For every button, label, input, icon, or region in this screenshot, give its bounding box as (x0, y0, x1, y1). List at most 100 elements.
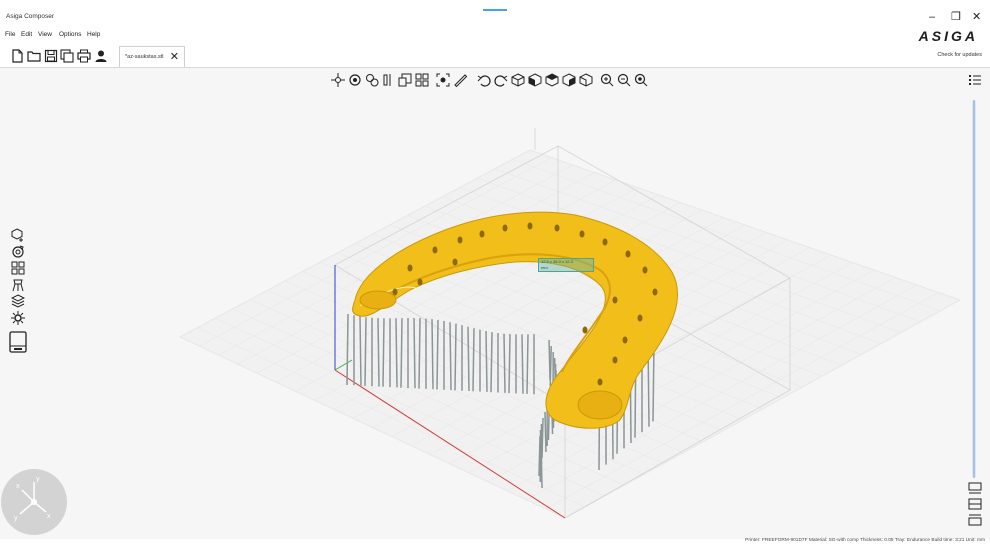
vent-hole (479, 230, 485, 238)
menu-edit[interactable]: Edit (21, 31, 32, 38)
supports-icon[interactable] (11, 278, 25, 292)
check-updates-link[interactable]: Check for updates (937, 52, 982, 58)
svg-text:y: y (14, 515, 18, 522)
view-iso-icon[interactable] (511, 73, 525, 87)
zoom-fit-icon[interactable] (634, 73, 648, 87)
support-strut (364, 317, 367, 386)
3d-viewport[interactable]: 12.5 x 45.0 x 12.3 mm x y x y (0, 68, 990, 539)
tab-close-icon[interactable]: ✕ (170, 50, 179, 63)
readout-line-2: mm (541, 264, 548, 270)
dimension-readout: 12.5 x 45.0 x 12.3 mm (538, 258, 594, 272)
window-title: Asiga Composer (6, 13, 55, 20)
support-strut (526, 334, 529, 395)
add-model-icon[interactable] (11, 228, 25, 242)
slice-layers-icon[interactable] (11, 294, 25, 308)
support-strut (413, 317, 416, 389)
brand-logo: ASIGA (918, 28, 978, 44)
vent-hole (407, 264, 413, 272)
support-strut (359, 316, 362, 386)
support-strut (400, 318, 403, 388)
minimize-button[interactable]: – (929, 12, 935, 23)
menu-options[interactable]: Options (59, 31, 81, 38)
vent-hole (579, 230, 585, 238)
view-top-icon[interactable] (545, 73, 559, 87)
support-strut (503, 333, 506, 393)
svg-text:x: x (47, 513, 51, 520)
menu-file[interactable]: File (5, 31, 15, 38)
split-view-icon[interactable] (968, 498, 982, 510)
support-strut (508, 334, 511, 394)
settings-icon[interactable] (11, 311, 25, 325)
vent-hole (642, 266, 648, 274)
menu-view[interactable]: View (38, 31, 52, 38)
navigation-gizmo[interactable]: x y x y (0, 468, 68, 536)
support-strut (544, 411, 547, 453)
save-as-icon[interactable] (60, 49, 74, 63)
orient-icon[interactable] (11, 245, 25, 259)
restore-button[interactable]: ❐ (951, 12, 961, 23)
vent-hole (432, 246, 438, 254)
vent-hole (452, 258, 458, 266)
vent-hole (637, 314, 643, 322)
menu-help[interactable]: Help (87, 31, 100, 38)
support-strut (521, 334, 524, 394)
menu-bar: File Edit View Options Help (0, 28, 990, 44)
vent-hole (597, 378, 603, 386)
bottom-view-icon[interactable] (968, 482, 982, 494)
print-icon[interactable] (77, 49, 91, 63)
support-strut (395, 318, 398, 388)
build-plate (178, 149, 962, 519)
view-front-icon[interactable] (528, 73, 542, 87)
vent-hole (622, 336, 628, 344)
fit-view-icon[interactable] (436, 73, 450, 87)
support-strut (485, 330, 488, 392)
redo-icon[interactable] (494, 73, 508, 87)
support-strut (377, 318, 380, 387)
duplicate-icon[interactable] (398, 73, 412, 87)
mirror-icon[interactable] (381, 73, 395, 87)
vent-hole (417, 278, 423, 286)
support-strut (418, 318, 421, 389)
new-file-icon[interactable] (10, 49, 24, 63)
tab-label: *az-saukstas.stl (125, 54, 164, 60)
vent-hole (612, 296, 618, 304)
arrange-icon[interactable] (415, 73, 429, 87)
rotate-icon[interactable] (348, 73, 362, 87)
support-strut (472, 328, 475, 392)
vent-hole (602, 238, 608, 246)
view-side-icon[interactable] (562, 73, 576, 87)
support-strut (549, 345, 552, 387)
layout-icon[interactable] (11, 261, 25, 275)
top-view-icon[interactable] (968, 514, 982, 526)
vent-hole (612, 356, 618, 364)
support-strut (540, 447, 543, 489)
printer-icon[interactable] (9, 331, 27, 353)
file-tab[interactable]: *az-saukstas.stl ✕ (119, 46, 185, 67)
zoom-out-icon[interactable] (617, 73, 631, 87)
support-strut (436, 319, 439, 390)
support-strut (490, 332, 493, 393)
support-strut (382, 318, 385, 387)
vent-hole (502, 224, 508, 232)
zoom-in-icon[interactable] (600, 73, 614, 87)
support-strut (346, 313, 349, 386)
list-icon[interactable] (968, 73, 982, 87)
save-icon[interactable] (44, 49, 58, 63)
svg-text:x: x (16, 483, 20, 490)
scale-icon[interactable] (365, 73, 379, 87)
status-text: Printer: FREEFORM-901D7F Material: SG-wi… (745, 538, 985, 543)
user-icon[interactable] (94, 49, 108, 63)
view-back-icon[interactable] (579, 73, 593, 87)
title-bar: Asiga Composer – ❐ ✕ (0, 0, 990, 28)
window-accent-line (483, 9, 507, 11)
measure-icon[interactable] (453, 73, 467, 87)
open-folder-icon[interactable] (27, 49, 41, 63)
vent-hole (582, 326, 588, 334)
vent-hole (392, 288, 398, 296)
move-icon[interactable] (331, 73, 345, 87)
vent-hole (457, 236, 463, 244)
vent-hole (625, 250, 631, 258)
close-button[interactable]: ✕ (972, 12, 981, 23)
vent-hole (652, 288, 658, 296)
undo-icon[interactable] (477, 73, 491, 87)
